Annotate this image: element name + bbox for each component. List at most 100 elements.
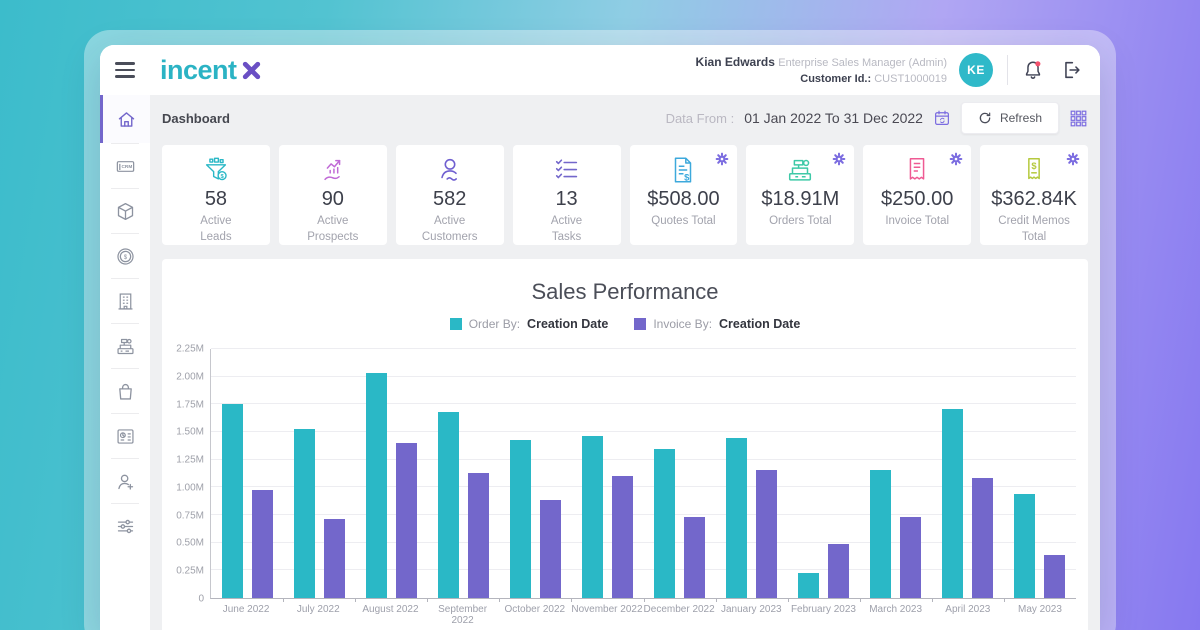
chart-bar[interactable] [438, 412, 459, 598]
legend-value: Creation Date [527, 317, 608, 331]
chart-bar[interactable] [654, 449, 675, 598]
kpi-value: $18.91M [746, 188, 854, 211]
user-role: Enterprise Sales Manager (Admin) [778, 57, 947, 69]
chart-bar[interactable] [612, 476, 633, 598]
x-axis-tick-label: March 2023 [860, 604, 932, 626]
sidebar-item-reports[interactable] [100, 414, 150, 458]
legend-item-order[interactable]: Order By: Creation Date [450, 317, 609, 331]
chart-bar[interactable] [222, 404, 243, 598]
chart-bar[interactable] [828, 544, 849, 598]
x-axis-tick [283, 598, 284, 602]
gear-icon[interactable] [832, 152, 846, 166]
bar-group-december-2022 [643, 349, 715, 598]
svg-text:CRM: CRM [121, 164, 132, 170]
kpi-card-credit-memos-total[interactable]: $ $362.84K Credit Memos Total [980, 145, 1088, 245]
sidebar-item-payments[interactable]: $ [100, 234, 150, 278]
legend-prefix: Order By: [469, 317, 520, 331]
chart-bar[interactable] [252, 490, 273, 598]
x-axis-tick [716, 598, 717, 602]
refresh-button[interactable]: Refresh [961, 102, 1059, 134]
chart-bar[interactable] [798, 573, 819, 598]
chart-bar[interactable] [1014, 494, 1035, 598]
gear-icon[interactable] [949, 152, 963, 166]
leads-funnel-icon: $ [162, 155, 270, 185]
chart-bar[interactable] [726, 438, 747, 598]
y-axis-tick-label: 1.50M [176, 427, 204, 438]
sidebar-item-contacts[interactable] [100, 459, 150, 503]
main-content: Dashboard Data From : 01 Jan 2022 To 31 … [150, 95, 1100, 630]
sidebar-item-crm[interactable]: CRM [100, 144, 150, 188]
products-box-icon [115, 201, 136, 222]
y-axis-tick-label: 0.50M [176, 538, 204, 549]
chart-bar[interactable] [756, 470, 777, 598]
chart-bar[interactable] [294, 429, 315, 598]
app-header: incent Kian Edwards Enterprise Sales Man… [100, 45, 1100, 95]
chart-bar[interactable] [870, 470, 891, 598]
kpi-card-active-prospects[interactable]: 90 Active Prospects [279, 145, 387, 245]
apps-grid-icon[interactable] [1069, 109, 1088, 128]
sidebar-item-home[interactable] [100, 95, 150, 143]
y-axis-tick-label: 0 [198, 594, 204, 605]
x-axis-tick [644, 598, 645, 602]
legend-item-invoice[interactable]: Invoice By: Creation Date [634, 317, 800, 331]
sidebar-item-orders[interactable] [100, 324, 150, 368]
chart-bar[interactable] [1044, 555, 1065, 598]
page-title: Dashboard [162, 111, 230, 126]
gear-icon[interactable] [1066, 152, 1080, 166]
chart-bar[interactable] [540, 500, 561, 598]
hamburger-menu-button[interactable] [100, 62, 150, 77]
kpi-value: $362.84K [980, 188, 1088, 211]
chart-bar[interactable] [900, 517, 921, 598]
bar-group-august-2022 [355, 349, 427, 598]
kpi-card-invoice-total[interactable]: $250.00 Invoice Total [863, 145, 971, 245]
x-axis-tick-label: November 2022 [571, 604, 643, 626]
kpi-card-active-tasks[interactable]: 13 Active Tasks [513, 145, 621, 245]
chart-bar[interactable] [582, 436, 603, 598]
kpi-label: Orders Total [746, 214, 854, 230]
kpi-card-orders-total[interactable]: $18.91M Orders Total [746, 145, 854, 245]
chart-bar[interactable] [942, 409, 963, 598]
x-axis-tick-label: July 2022 [282, 604, 354, 626]
logout-icon[interactable] [1060, 59, 1082, 81]
incentx-logo: incent [160, 55, 263, 86]
chart-bar[interactable] [366, 373, 387, 598]
bar-group-october-2022 [499, 349, 571, 598]
bar-group-january-2023 [716, 349, 788, 598]
user-info: Kian Edwards Enterprise Sales Manager (A… [696, 53, 947, 88]
currency-coin-icon: $ [115, 246, 136, 267]
kpi-value: $508.00 [630, 188, 738, 211]
sidebar-item-preferences[interactable] [100, 504, 150, 548]
chart-bar[interactable] [396, 443, 417, 598]
notifications-bell-icon[interactable] [1022, 59, 1044, 81]
x-axis-tick-label: May 2023 [1004, 604, 1076, 626]
kpi-card-active-leads[interactable]: $ 58 Active Leads [162, 145, 270, 245]
logo-text: incent [160, 55, 237, 86]
sidebar-item-company[interactable] [100, 279, 150, 323]
preferences-sliders-icon [115, 516, 136, 537]
kpi-label: Invoice Total [863, 214, 971, 230]
y-axis-tick-label: 1.00M [176, 482, 204, 493]
chart-bar[interactable] [972, 478, 993, 598]
shopping-bag-icon [115, 381, 136, 402]
home-icon [116, 109, 137, 130]
x-axis-tick [1004, 598, 1005, 602]
calendar-icon[interactable] [933, 109, 951, 127]
kpi-card-active-customers[interactable]: 582 Active Customers [396, 145, 504, 245]
sidebar-item-products[interactable] [100, 189, 150, 233]
gear-icon[interactable] [715, 152, 729, 166]
crm-card-icon: CRM [115, 156, 136, 177]
chart-bar[interactable] [684, 517, 705, 598]
svg-text:$: $ [1031, 161, 1037, 171]
chart-bar[interactable] [324, 519, 345, 598]
kpi-card-quotes-total[interactable]: $ $508.00 Quotes Total [630, 145, 738, 245]
avatar[interactable]: KE [959, 53, 993, 87]
x-axis-tick-label: October 2022 [499, 604, 571, 626]
sidebar-item-purchases[interactable] [100, 369, 150, 413]
invoice-legend-swatch [634, 318, 646, 330]
sales-performance-chart-card: Sales Performance Order By: Creation Dat… [162, 259, 1088, 630]
chart-bar[interactable] [510, 440, 531, 598]
date-range-value[interactable]: 01 Jan 2022 To 31 Dec 2022 [744, 110, 923, 126]
x-axis-tick [499, 598, 500, 602]
chart-bar[interactable] [468, 473, 489, 598]
y-axis-tick-label: 0.25M [176, 566, 204, 577]
